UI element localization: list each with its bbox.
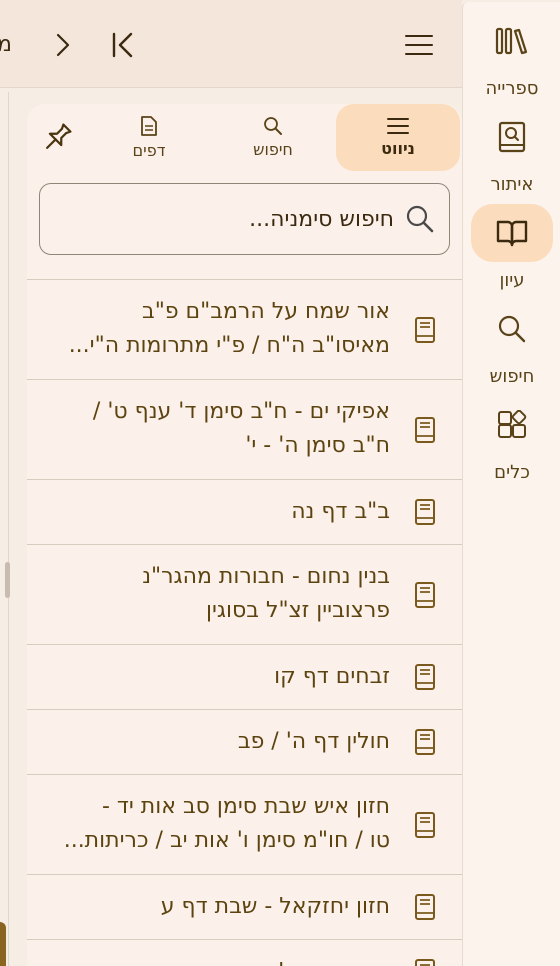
bookmark-line: ב"ב דף נה — [291, 499, 390, 524]
tab-pages[interactable]: דפים — [91, 104, 207, 171]
navigate-forward-button[interactable] — [48, 28, 78, 62]
bookmark-title: אפיקי ים - ח"ב סימן ד' ענף ט' / ח"ב סימן… — [42, 395, 390, 463]
book-icon — [415, 811, 435, 838]
rail-icon-wrap — [471, 300, 553, 358]
rail-icon-wrap — [471, 204, 553, 262]
rail-label-search: חיפוש — [489, 366, 535, 387]
app-window: מ ספרייה איתור עיון חיפוש כלים ניווט חיפ… — [0, 0, 560, 966]
last-page-icon — [112, 32, 133, 58]
bookmark-title: ב"ב דף נה — [42, 495, 390, 529]
chevron-right-icon — [56, 33, 70, 57]
list-item[interactable]: אפיקי ים - ח"ב סימן ד' ענף ט' / ח"ב סימן… — [27, 380, 462, 480]
bookmark-line: חזון יחזקאל - שבת דף ע — [160, 894, 390, 919]
bookmark-line: בנין נחום - חבורות מהגר"נ — [142, 564, 390, 589]
rail-item-tools[interactable]: כלים — [463, 396, 560, 492]
list-item[interactable]: בנין נחום - חבורות מהגר"נ פרצוביין זצ"ל … — [27, 545, 462, 645]
navigation-panel: ניווט חיפוש דפים חיפוש סימניה... אור שמח… — [27, 104, 462, 966]
bookmark-title: חולין דף ה' / פב — [42, 725, 390, 759]
book-icon — [415, 316, 435, 343]
list-item[interactable]: חזון איש שבת סימן סב אות יד - טו / חו"מ … — [27, 775, 462, 875]
bookmark-line: אפיקי ים - ח"ב סימן ד' ענף ט' / — [92, 399, 390, 424]
content-divider — [8, 92, 9, 966]
list-item[interactable]: חזון יחזקאל - שבת דף ע — [27, 875, 462, 940]
bookmark-title: זבחים דף קו — [42, 660, 390, 694]
list-item[interactable]: זבחים דף קו — [27, 645, 462, 710]
bookmark-line: פרצוביין זצ"ל בסוגין — [205, 598, 390, 623]
rail-label-study: עיון — [499, 270, 525, 291]
book-icon — [415, 416, 435, 443]
rail-item-study[interactable]: עיון — [463, 204, 560, 300]
rail-item-find[interactable]: איתור — [463, 108, 560, 204]
bookmark-title: חזון יחזקאל - תוספתא — [42, 955, 390, 966]
book-icon — [415, 894, 435, 920]
bookmark-title: חזון יחזקאל - שבת דף ע — [42, 890, 390, 924]
tools-icon — [498, 410, 527, 438]
list-item[interactable]: אור שמח על הרמב"ם פ"ב מאיסו"ב ה"ח / פ"י … — [27, 280, 462, 380]
book-icon — [415, 729, 435, 755]
bookmark-line: זבחים דף קו — [274, 664, 390, 689]
resize-handle[interactable] — [5, 562, 10, 598]
library-icon — [495, 27, 528, 55]
rail-item-search[interactable]: חיפוש — [463, 300, 560, 396]
rail-item-library[interactable]: ספרייה — [463, 12, 560, 108]
bookmark-line: מאיסו"ב ה"ח / פ"י מתרומות ה"י... — [68, 333, 390, 358]
page-badge — [0, 922, 6, 966]
pages-icon — [141, 116, 157, 136]
bookmark-line: ח"ב סימן ה' - י' — [245, 433, 390, 458]
bookmark-line: חזון יחזקאל - תוספתא — [42, 955, 390, 966]
tab-pages-label: דפים — [132, 141, 166, 160]
bookmark-title: אור שמח על הרמב"ם פ"ב מאיסו"ב ה"ח / פ"י … — [42, 295, 390, 363]
book-icon — [415, 959, 435, 966]
bookmark-title: בנין נחום - חבורות מהגר"נ פרצוביין זצ"ל … — [42, 560, 390, 628]
navigate-last-button[interactable] — [106, 28, 140, 62]
rail-icon-wrap — [471, 12, 553, 70]
rail-label-library: ספרייה — [485, 78, 539, 99]
top-bar: מ — [0, 0, 462, 88]
bookmark-line: חולין דף ה' / פב — [237, 729, 390, 754]
rail-label-find: איתור — [490, 174, 534, 195]
bookmark-list: אור שמח על הרמב"ם פ"ב מאיסו"ב ה"ח / פ"י … — [27, 279, 462, 966]
list-item[interactable]: ב"ב דף נה — [27, 480, 462, 545]
menu-button[interactable] — [400, 30, 438, 60]
document-title: מ — [0, 32, 12, 57]
search-icon — [498, 315, 526, 343]
bookmark-line: חזון איש שבת סימן סב אות יד - — [101, 794, 390, 819]
find-book-icon — [498, 121, 526, 153]
list-item[interactable]: חזון יחזקאל - תוספתא — [27, 940, 462, 966]
bookmark-search-box[interactable] — [39, 183, 450, 255]
bookmark-line: אור שמח על הרמב"ם פ"ב — [141, 299, 390, 324]
tab-search[interactable]: חיפוש — [213, 104, 333, 171]
menu-icon — [387, 118, 409, 134]
rail-label-tools: כלים — [494, 462, 530, 483]
pin-icon — [46, 123, 72, 149]
tab-navigation[interactable]: ניווט — [336, 104, 460, 171]
search-icon — [264, 117, 282, 135]
rail-icon-wrap — [471, 396, 553, 454]
book-icon — [415, 499, 435, 525]
bookmark-line: טו / חו"מ סימן ו' אות יב / כריתות... — [63, 828, 390, 853]
list-item[interactable]: חולין דף ה' / פב — [27, 710, 462, 775]
bookmark-search-input[interactable] — [54, 198, 394, 240]
open-book-icon — [496, 220, 528, 247]
tab-navigation-label: ניווט — [381, 139, 415, 158]
tab-search-label: חיפוש — [253, 140, 293, 159]
book-icon — [415, 664, 435, 690]
bookmark-title: חזון איש שבת סימן סב אות יד - טו / חו"מ … — [42, 790, 390, 858]
search-icon — [406, 205, 434, 233]
navigation-rail: ספרייה איתור עיון חיפוש כלים — [462, 2, 560, 966]
hamburger-icon — [405, 35, 433, 55]
rail-icon-wrap — [471, 108, 553, 166]
pin-panel-button[interactable] — [39, 120, 75, 156]
book-icon — [415, 581, 435, 608]
